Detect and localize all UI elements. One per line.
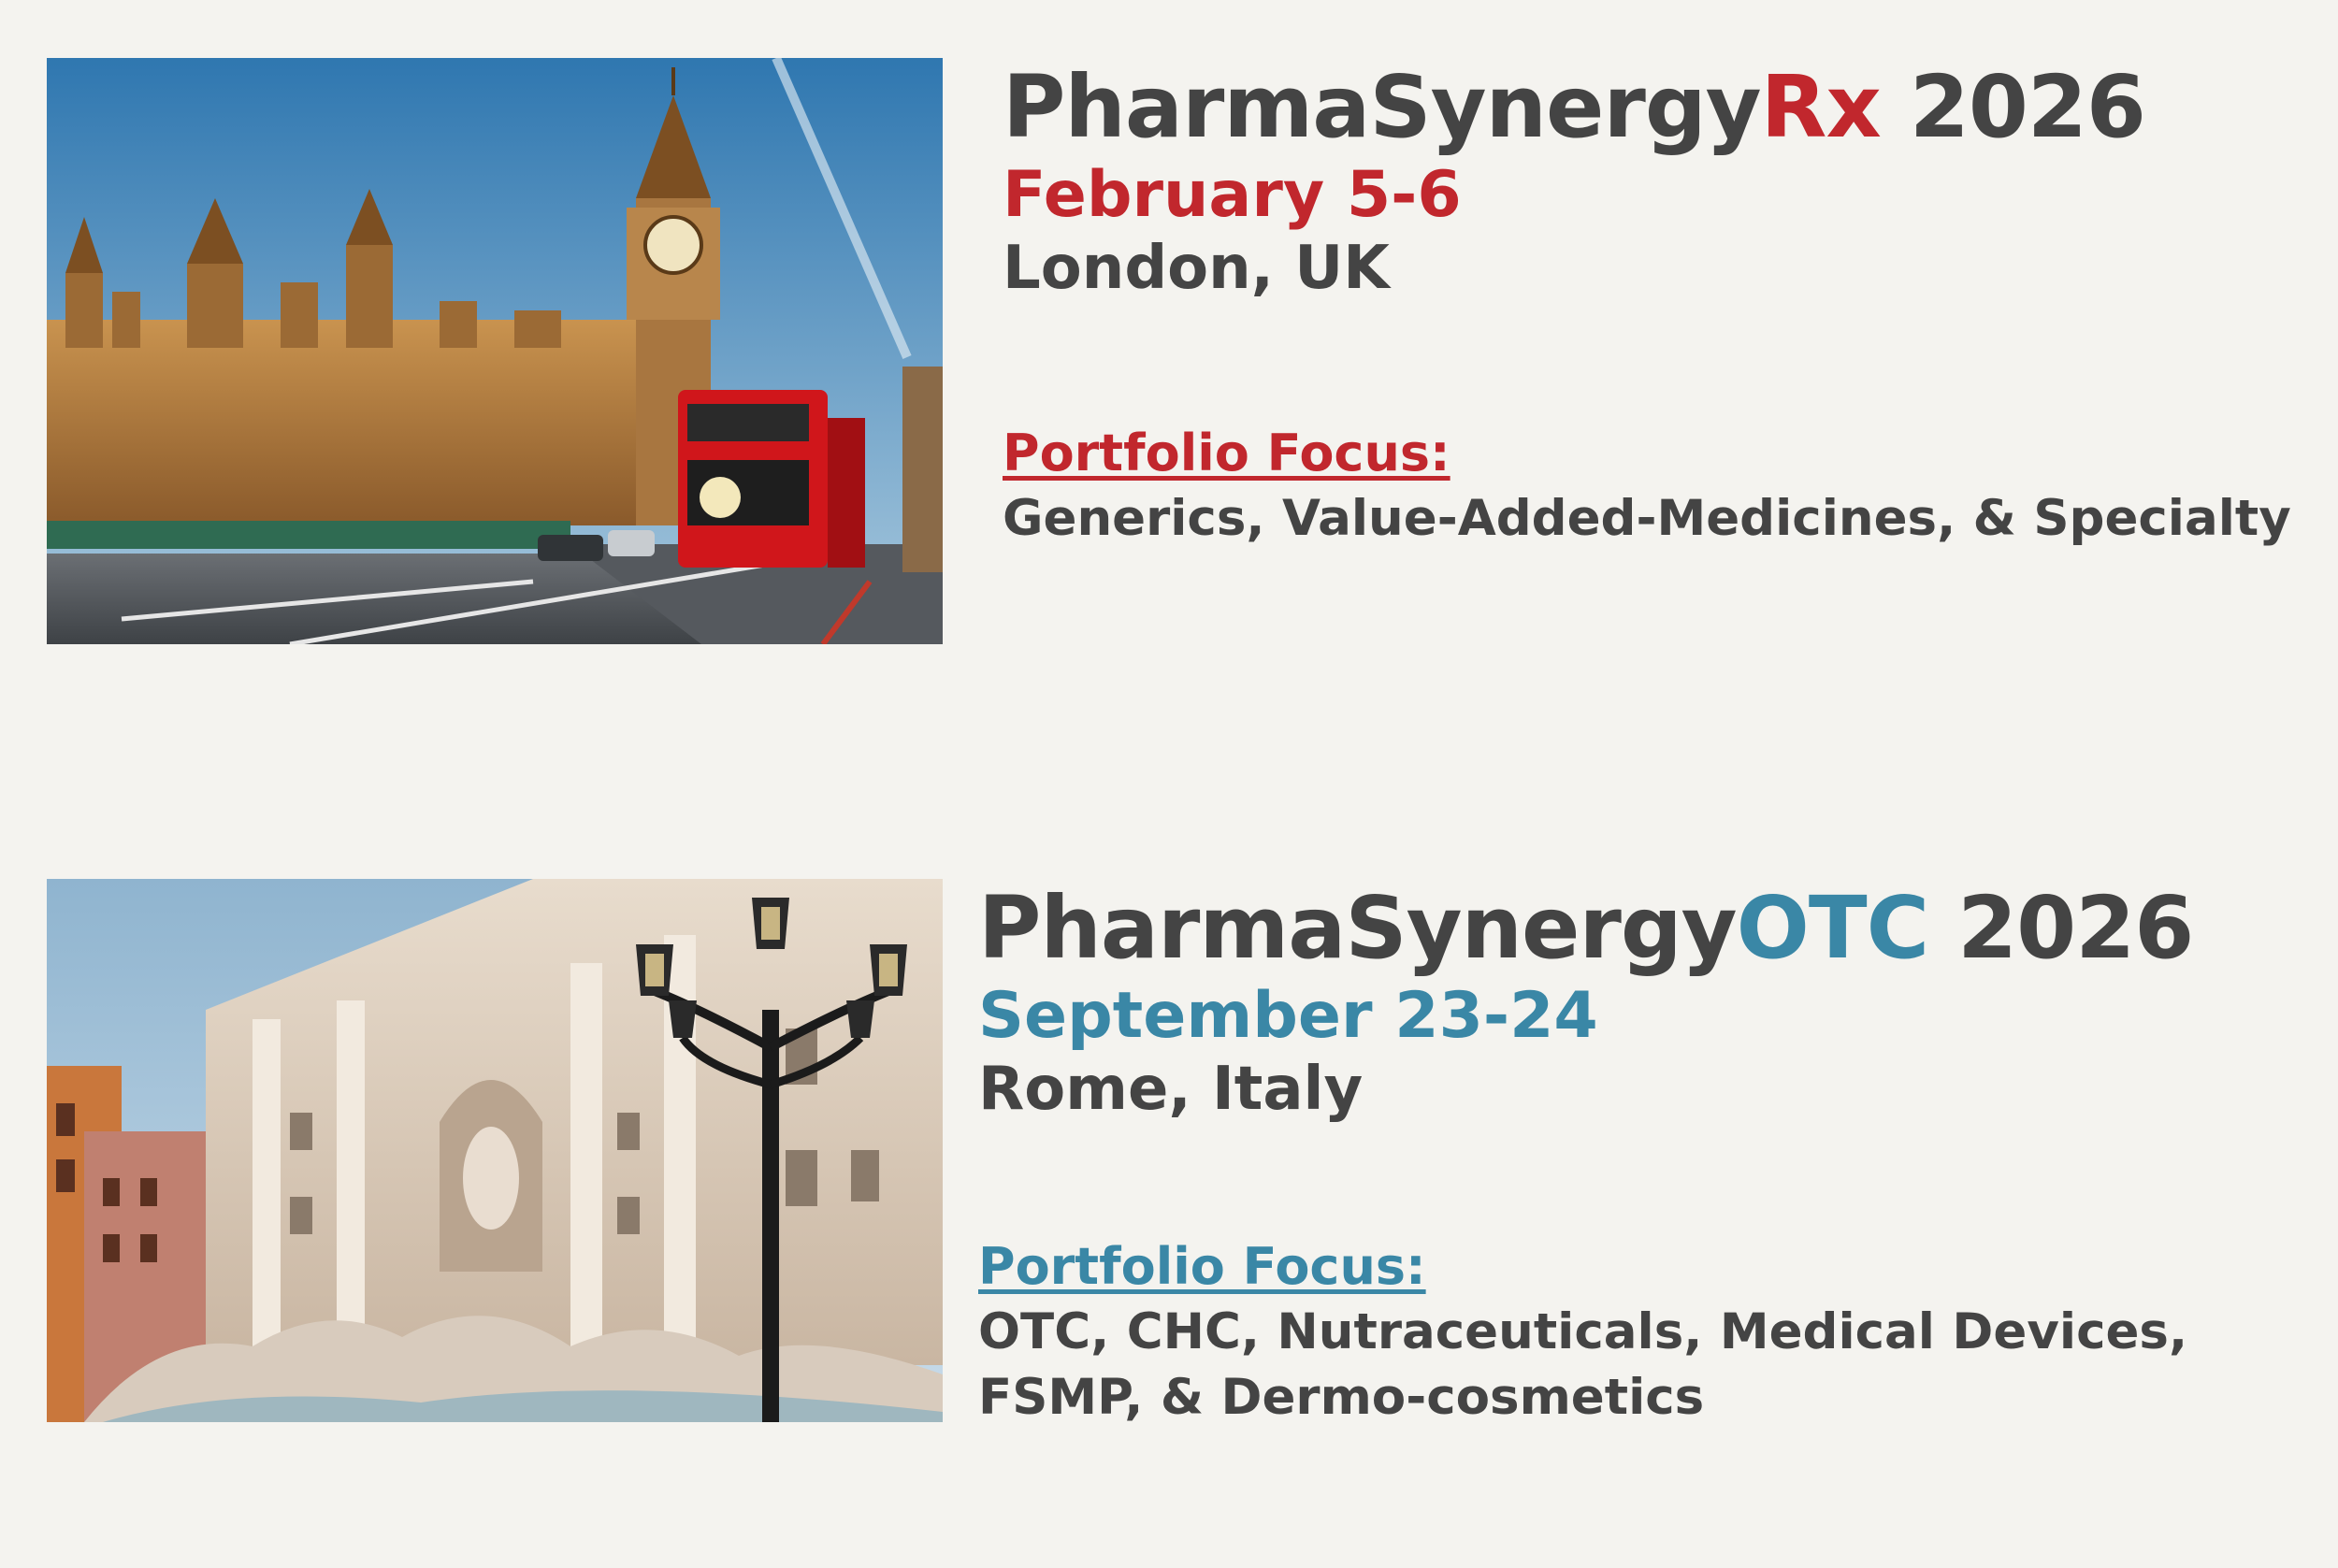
event-location: London, UK	[1003, 234, 1390, 304]
event-title-year: 2026	[1957, 878, 2194, 978]
event-card-otc: PharmaSynergyOTC 2026 September 23-24 Ro…	[0, 842, 2338, 1568]
portfolio-focus-line: FSMP, & Dermo-cosmetics	[978, 1369, 1705, 1427]
rome-trevi-fountain-photo	[47, 879, 943, 1422]
portfolio-focus-label: Portfolio Focus:	[978, 1237, 1426, 1296]
event-date: February 5-6	[1003, 157, 1462, 232]
london-westminster-photo	[47, 58, 943, 644]
event-title-year: 2026	[1909, 57, 2146, 157]
event-title-prefix: PharmaSynergy	[978, 878, 1738, 978]
event-title-accent: OTC	[1736, 878, 1929, 978]
event-card-rx: PharmaSynergyRx 2026 February 5-6 London…	[0, 0, 2338, 748]
portfolio-focus-otc: Portfolio Focus: OTC, CHC, Nutraceutical…	[978, 1234, 2287, 1431]
portfolio-focus-line: OTC, CHC, Nutraceuticals, Medical Device…	[978, 1303, 2188, 1361]
event-info-rx: PharmaSynergyRx 2026 February 5-6 London…	[1003, 57, 2146, 305]
event-info-otc: PharmaSynergyOTC 2026 September 23-24 Ro…	[978, 878, 2194, 1126]
portfolio-focus-rx: Portfolio Focus: Generics, Value-Added-M…	[1003, 421, 2291, 552]
event-title-prefix: PharmaSynergy	[1003, 57, 1762, 157]
event-title: PharmaSynergyRx 2026	[1003, 57, 2146, 157]
event-date: September 23-24	[978, 978, 1598, 1053]
portfolio-focus-line: Generics, Value-Added-Medicines, & Speci…	[1003, 490, 2291, 548]
event-title-accent: Rx	[1760, 57, 1882, 157]
event-location: Rome, Italy	[978, 1055, 1364, 1125]
event-title: PharmaSynergyOTC 2026	[978, 878, 2194, 978]
portfolio-focus-label: Portfolio Focus:	[1003, 424, 1450, 482]
